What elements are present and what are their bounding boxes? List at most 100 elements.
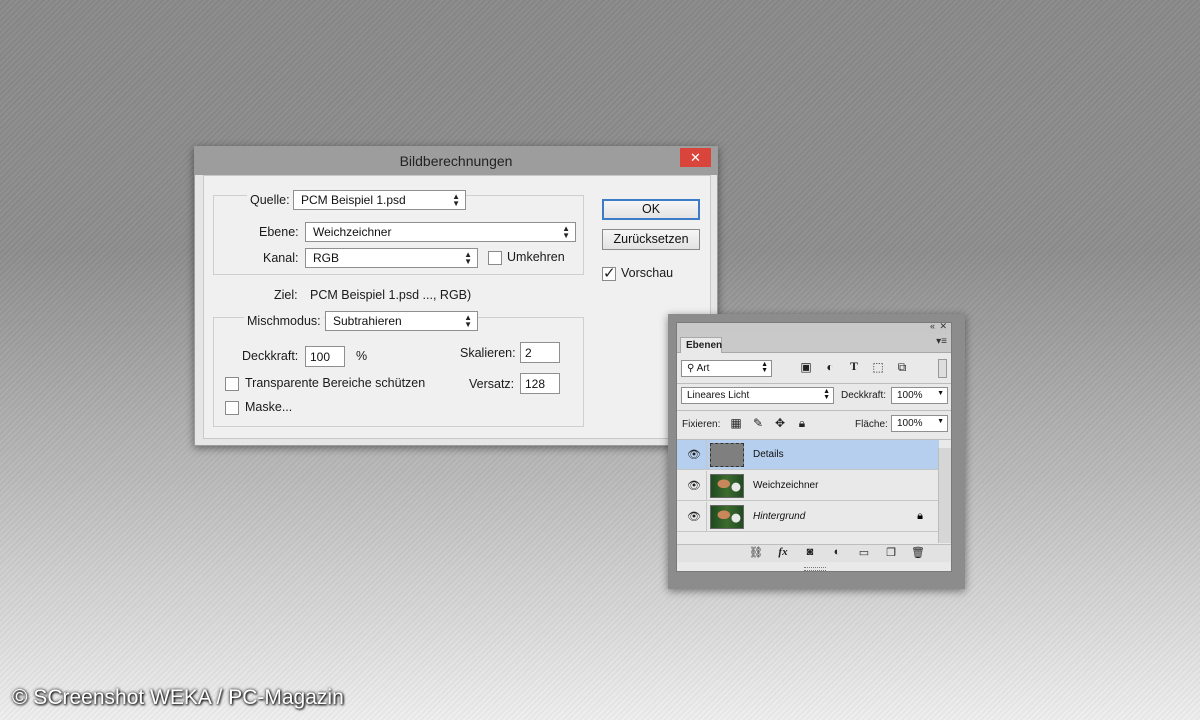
divider: [706, 502, 707, 532]
divider: [706, 471, 707, 501]
tab-layers[interactable]: Ebenen: [680, 337, 722, 353]
lock-label: Fixieren:: [682, 419, 721, 430]
lock-move-icon[interactable]: ✥: [772, 416, 788, 430]
close-icon[interactable]: ✕: [939, 321, 947, 332]
opacity-input[interactable]: 100: [305, 346, 345, 367]
panel-header[interactable]: « ✕: [677, 321, 951, 334]
updown-arrow-icon: ▲ ▼: [761, 361, 768, 374]
updown-arrow-icon: ▲ ▼: [464, 250, 472, 266]
lock-paint-brush-icon[interactable]: ✎: [750, 416, 766, 430]
text-filter-icon[interactable]: T: [846, 359, 862, 374]
preserve-transparency-checkbox[interactable]: [225, 377, 239, 391]
mask-label: Maske...: [245, 400, 293, 414]
layer-row-weichzeichner[interactable]: 👁︎ Weichzeichner: [677, 471, 939, 501]
layer-name: Details: [753, 449, 784, 460]
offset-input[interactable]: 128: [520, 373, 560, 394]
scale-input[interactable]: 2: [520, 342, 560, 363]
channel-select[interactable]: RGB ▲ ▼: [305, 248, 478, 268]
image-calculations-dialog: Bildberechnungen ✕ Quelle: PCM Beispiel …: [194, 146, 718, 446]
eye-icon[interactable]: 👁︎: [687, 510, 701, 523]
add-mask-icon[interactable]: ◙: [802, 546, 818, 558]
panel-menu-icon[interactable]: ▾≡: [936, 336, 947, 347]
layer-name: Hintergrund: [753, 511, 806, 522]
layer-thumbnail: [710, 474, 744, 498]
target-label: Ziel:: [274, 288, 298, 302]
smart-object-filter-icon[interactable]: ⧉: [894, 360, 910, 375]
layers-panel-frame: « ✕ Ebenen ▾≡ ⚲ Art ▲ ▼ ▣ ◐ T ⬚ ⧉ Lineare…: [668, 314, 965, 589]
layer-select[interactable]: Weichzeichner ▲ ▼: [305, 222, 576, 242]
close-button[interactable]: ✕: [680, 148, 711, 167]
source-select-value: PCM Beispiel 1.psd: [301, 193, 406, 207]
blend-mode-select[interactable]: Lineares Licht ▲ ▼: [681, 387, 834, 404]
shape-filter-icon[interactable]: ⬚: [870, 360, 886, 374]
image-filter-icon[interactable]: ▣: [798, 360, 814, 374]
blend-label: Mischmodus:: [244, 314, 324, 328]
layer-row-hintergrund[interactable]: 👁︎ Hintergrund 🔒︎: [677, 502, 939, 532]
offset-label: Versatz:: [469, 377, 515, 391]
layers-scrollbar[interactable]: [938, 448, 951, 543]
channel-select-value: RGB: [313, 251, 340, 265]
filter-select-value: Art: [696, 363, 710, 374]
opacity-label: Deckkraft:: [841, 390, 887, 401]
reset-button[interactable]: Zurücksetzen: [602, 229, 700, 250]
divider: [706, 440, 707, 470]
fill-input[interactable]: 100% ▼: [891, 415, 948, 432]
updown-arrow-icon: ▲ ▼: [562, 224, 570, 240]
layers-bottom-toolbar: ⛓ fx ◙ ◐ ▭ ❐ 🗑︎: [677, 544, 951, 562]
target-value: PCM Beispiel 1.psd ..., RGB): [310, 288, 472, 302]
adjustment-filter-icon[interactable]: ◐: [822, 360, 838, 374]
blend-select[interactable]: Subtrahieren ▲ ▼: [325, 311, 478, 331]
preview-label: Vorschau: [621, 266, 674, 280]
dialog-title: Bildberechnungen: [399, 153, 513, 169]
search-icon: ⚲: [687, 363, 697, 374]
layer-style-fx-icon[interactable]: fx: [775, 546, 791, 558]
layer-label: Ebene:: [259, 225, 299, 239]
source-label: Quelle:: [247, 193, 293, 207]
new-layer-icon[interactable]: ❐: [883, 546, 899, 559]
collapse-icon[interactable]: «: [930, 321, 935, 331]
lock-all-icon[interactable]: 🔒︎: [794, 416, 810, 431]
fill-value: 100%: [897, 418, 923, 429]
dropdown-arrow-icon: ▼: [937, 390, 944, 397]
preserve-transparency-label: Transparente Bereiche schützen: [245, 376, 426, 390]
divider: [677, 410, 951, 411]
channel-label: Kanal:: [263, 251, 299, 265]
eye-icon[interactable]: 👁︎: [687, 448, 701, 461]
resize-grip[interactable]: [804, 567, 826, 571]
blend-select-value: Subtrahieren: [333, 314, 402, 328]
dialog-titlebar[interactable]: Bildberechnungen ✕: [195, 147, 717, 175]
copyright-watermark: © SCreenshot WEKA / PC-Magazin: [12, 686, 344, 709]
lock-transparent-icon[interactable]: ▦: [728, 416, 744, 430]
layer-name: Weichzeichner: [753, 480, 819, 491]
opacity-unit: %: [356, 349, 368, 363]
layer-row-details[interactable]: 👁︎ Details: [677, 440, 939, 470]
layer-thumbnail: [710, 443, 744, 467]
updown-arrow-icon: ▲ ▼: [464, 313, 472, 329]
layer-thumbnail: [710, 505, 744, 529]
link-layers-icon[interactable]: ⛓: [748, 546, 764, 559]
invert-checkbox[interactable]: [488, 251, 502, 265]
source-select[interactable]: PCM Beispiel 1.psd ▲ ▼: [293, 190, 466, 210]
updown-arrow-icon: ▲ ▼: [823, 388, 830, 401]
opacity-input[interactable]: 100% ▼: [891, 387, 948, 404]
opacity-value: 100%: [897, 390, 923, 401]
trash-icon[interactable]: 🗑︎: [910, 546, 926, 559]
dialog-body: Quelle: PCM Beispiel 1.psd ▲ ▼ Ebene: Wei…: [203, 175, 711, 439]
eye-icon[interactable]: 👁︎: [687, 479, 701, 492]
invert-label: Umkehren: [507, 250, 565, 264]
ok-button[interactable]: OK: [602, 199, 700, 220]
mask-checkbox[interactable]: [225, 401, 239, 415]
updown-arrow-icon: ▲ ▼: [452, 192, 460, 208]
layers-panel: « ✕ Ebenen ▾≡ ⚲ Art ▲ ▼ ▣ ◐ T ⬚ ⧉ Lineare…: [676, 321, 952, 572]
adjustment-layer-icon[interactable]: ◐: [829, 546, 845, 558]
scale-label: Skalieren:: [460, 346, 516, 360]
divider: [677, 383, 951, 384]
dropdown-arrow-icon: ▼: [937, 418, 944, 425]
new-group-icon[interactable]: ▭: [856, 546, 872, 559]
fill-label: Fläche:: [855, 419, 888, 430]
layer-select-value: Weichzeichner: [313, 225, 392, 239]
tab-bar: Ebenen ▾≡: [677, 334, 951, 353]
preview-checkbox[interactable]: [602, 264, 616, 282]
filter-select[interactable]: ⚲ Art ▲ ▼: [681, 360, 772, 377]
filter-toggle-switch[interactable]: [938, 359, 947, 378]
